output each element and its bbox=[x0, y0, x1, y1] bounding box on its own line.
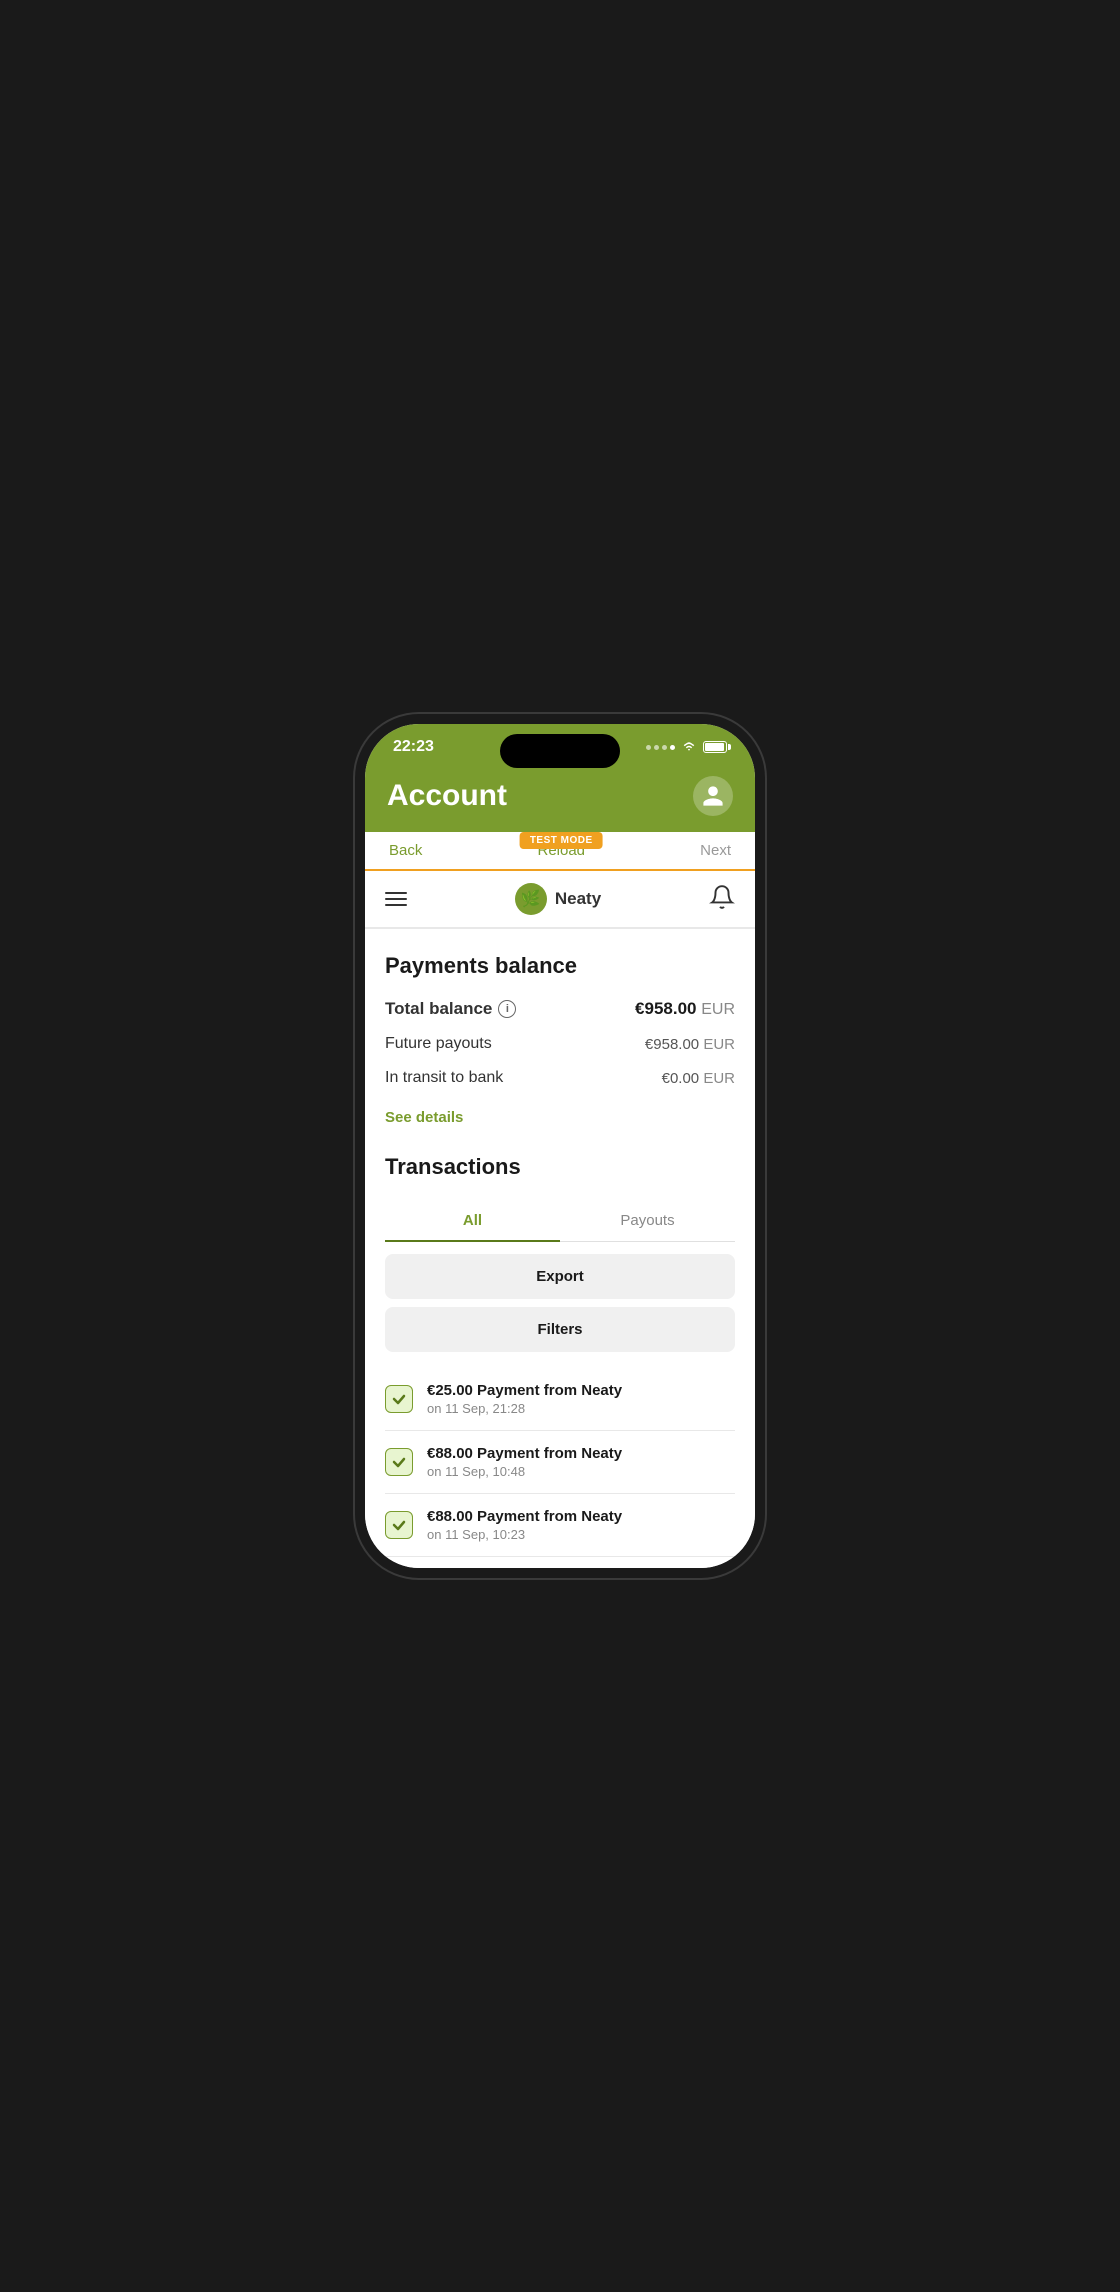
future-payouts-label: Future payouts bbox=[385, 1035, 492, 1053]
transaction-list: €25.00 Payment from Neaty on 11 Sep, 21:… bbox=[385, 1368, 735, 1557]
checkmark-icon bbox=[391, 1454, 407, 1470]
status-time: 22:23 bbox=[393, 738, 434, 756]
info-icon[interactable]: i bbox=[498, 1000, 516, 1018]
test-mode-badge: TEST MODE bbox=[520, 832, 603, 849]
user-avatar-button[interactable] bbox=[693, 776, 733, 816]
transactions-section: Transactions All Payouts Export Filters bbox=[365, 1154, 755, 1557]
in-transit-row: In transit to bank €0.00 EUR bbox=[385, 1069, 735, 1087]
transaction-title: €88.00 Payment from Neaty bbox=[427, 1445, 735, 1462]
signal-dot bbox=[662, 745, 667, 750]
user-icon bbox=[701, 784, 725, 808]
in-transit-value: €0.00 EUR bbox=[662, 1070, 735, 1087]
total-balance-value: €958.00 EUR bbox=[635, 999, 735, 1019]
wifi-icon bbox=[681, 741, 697, 753]
transaction-item[interactable]: €88.00 Payment from Neaty on 11 Sep, 10:… bbox=[385, 1431, 735, 1494]
transaction-info: €88.00 Payment from Neaty on 11 Sep, 10:… bbox=[427, 1508, 735, 1542]
checkmark-icon bbox=[391, 1517, 407, 1533]
hamburger-menu[interactable] bbox=[385, 892, 407, 906]
status-bar: 22:23 bbox=[365, 724, 755, 764]
brand-icon: 🌿 bbox=[515, 883, 547, 915]
hamburger-line bbox=[385, 904, 407, 906]
hamburger-line bbox=[385, 892, 407, 894]
transaction-title: €25.00 Payment from Neaty bbox=[427, 1382, 735, 1399]
tab-all[interactable]: All bbox=[385, 1200, 560, 1241]
signal-dot bbox=[646, 745, 651, 750]
nav-bar: Back TEST MODE Reload Next bbox=[365, 832, 755, 871]
status-icons bbox=[646, 741, 727, 753]
main-content: Payments balance Total balance i €958.00… bbox=[365, 929, 755, 1154]
transaction-item[interactable]: €25.00 Payment from Neaty on 11 Sep, 21:… bbox=[385, 1368, 735, 1431]
see-details-link[interactable]: See details bbox=[385, 1109, 463, 1126]
total-balance-label: Total balance i bbox=[385, 999, 516, 1019]
transaction-check-icon bbox=[385, 1448, 413, 1476]
signal-dot bbox=[670, 745, 675, 750]
transaction-date: on 11 Sep, 10:23 bbox=[427, 1527, 735, 1542]
future-payouts-row: Future payouts €958.00 EUR bbox=[385, 1035, 735, 1053]
page-title: Account bbox=[387, 779, 507, 813]
notifications-button[interactable] bbox=[709, 884, 735, 915]
filters-button[interactable]: Filters bbox=[385, 1307, 735, 1352]
transaction-info: €25.00 Payment from Neaty on 11 Sep, 21:… bbox=[427, 1382, 735, 1416]
in-transit-label: In transit to bank bbox=[385, 1069, 503, 1087]
transaction-check-icon bbox=[385, 1385, 413, 1413]
tabs-container: All Payouts bbox=[385, 1200, 735, 1242]
transaction-item[interactable]: €88.00 Payment from Neaty on 11 Sep, 10:… bbox=[385, 1494, 735, 1557]
bell-icon bbox=[709, 884, 735, 910]
transactions-title: Transactions bbox=[385, 1154, 735, 1180]
brand-name: Neaty bbox=[555, 889, 601, 909]
signal-bars bbox=[646, 745, 675, 750]
signal-dot bbox=[654, 745, 659, 750]
transaction-info: €88.00 Payment from Neaty on 11 Sep, 10:… bbox=[427, 1445, 735, 1479]
battery-icon bbox=[703, 741, 727, 753]
next-button[interactable]: Next bbox=[700, 842, 731, 859]
back-button[interactable]: Back bbox=[389, 842, 422, 859]
dynamic-island bbox=[500, 734, 620, 768]
payments-balance-title: Payments balance bbox=[385, 953, 735, 979]
tab-payouts[interactable]: Payouts bbox=[560, 1200, 735, 1241]
transaction-date: on 11 Sep, 21:28 bbox=[427, 1401, 735, 1416]
transaction-date: on 11 Sep, 10:48 bbox=[427, 1464, 735, 1479]
transaction-title: €88.00 Payment from Neaty bbox=[427, 1508, 735, 1525]
brand-logo-area: 🌿 Neaty bbox=[515, 883, 601, 915]
battery-fill bbox=[705, 743, 724, 751]
checkmark-icon bbox=[391, 1391, 407, 1407]
transaction-check-icon bbox=[385, 1511, 413, 1539]
app-toolbar: 🌿 Neaty bbox=[365, 871, 755, 928]
future-payouts-value: €958.00 EUR bbox=[645, 1036, 735, 1053]
action-buttons: Export Filters bbox=[385, 1254, 735, 1352]
phone-frame: 22:23 Account bbox=[365, 724, 755, 1568]
phone-screen: 22:23 Account bbox=[365, 724, 755, 1568]
total-balance-row: Total balance i €958.00 EUR bbox=[385, 999, 735, 1019]
export-button[interactable]: Export bbox=[385, 1254, 735, 1299]
app-header: Account bbox=[365, 764, 755, 832]
hamburger-line bbox=[385, 898, 407, 900]
spacer bbox=[365, 1557, 755, 1568]
